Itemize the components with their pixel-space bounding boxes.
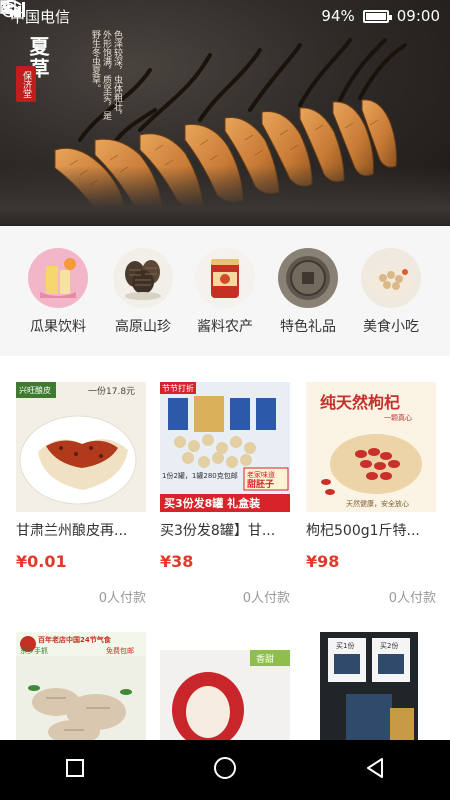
product-image-sub2: 免费包邮 [106,646,134,655]
product-image-banner: 买3份发8罐 礼盒装 [164,496,260,510]
product-image-headline: 纯天然枸杞 [320,393,400,412]
recent-apps-button[interactable] [45,750,105,790]
product-image-right: 买2份 [380,641,398,650]
product-image-brand: 兴旺酿皮 [19,385,51,395]
clock: 09:00 [396,7,440,25]
category-specialty-gifts[interactable]: 特色礼品 [263,248,353,336]
product-image-top-text: 节节打折 [162,383,194,393]
logo-tagline: 色泽较深，虫体粗壮，外形饱满，质坚实，是野生冬虫夏草。 [90,30,122,120]
category-label: 高原山珍 [115,319,171,335]
hero-banner[interactable]: 夏草 保济堂 色泽较深，虫体粗壮，外形饱满，质坚实，是野生冬虫夏草。 中国电信 … [0,0,450,226]
product-card[interactable]: 纯天然枸杞 一颗真心 天然健康，安全放心 枸杞500g1斤特... ¥98 0人… [306,382,436,606]
product-image-badge: 香甜 [256,653,274,665]
category-label: 酱料农产 [197,319,253,335]
product-sold-count: 0人付款 [242,591,290,606]
product-image-sub: 东乡手抓 [20,646,48,655]
product-sold-count: 0人付款 [98,591,146,606]
status-bar: 中国电信 3G 94% 09:00 [0,0,450,32]
mushroom-icon [113,248,173,308]
product-image: 纯天然枸杞 一颗真心 天然健康，安全放心 [306,382,436,512]
home-icon [213,756,237,784]
product-card[interactable]: 兴旺酿皮 一份17.8元 甘肃兰州酿皮再... ¥0.01 0人付款 [16,382,146,606]
battery-percent: 94% [321,7,355,25]
back-icon [364,757,386,783]
system-navigation-bar [0,740,450,800]
product-image-foot: 天然健康，安全放心 [346,499,409,508]
product-price: ¥0.01 [16,552,67,571]
battery-icon [362,9,392,23]
category-row: 瓜果饮料 高原山珍 酱料农产 特色礼品 美食小吃 [0,226,450,356]
category-label: 瓜果饮料 [30,319,86,335]
product-image: 兴旺酿皮 一份17.8元 [16,382,146,512]
product-title: 买3份发8罐】甘... [160,523,276,539]
category-fruit-drinks[interactable]: 瓜果饮料 [13,248,103,336]
product-image-left: 买1份 [336,641,354,650]
category-snacks[interactable]: 美食小吃 [346,248,436,336]
home-button[interactable] [195,750,255,790]
gift-coin-icon [278,248,338,308]
category-plateau-delicacies[interactable]: 高原山珍 [98,248,188,336]
back-button[interactable] [345,750,405,790]
product-card[interactable]: 节节打折 1份2罐，1罐280克包邮 老家味道 甜胚子 买3份发8罐 礼盒装 买… [160,382,290,606]
product-price: ¥38 [160,552,194,571]
product-grid: 兴旺酿皮 一份17.8元 甘肃兰州酿皮再... ¥0.01 0人付款 节节打折 … [0,356,450,780]
recent-apps-icon [65,758,85,782]
product-image-badge: 一份17.8元 [88,385,135,397]
product-price: ¥98 [306,552,340,571]
category-sauces-produce[interactable]: 酱料农产 [180,248,270,336]
banner-table-surface [0,166,450,226]
svg-text:3G: 3G [0,1,10,9]
product-image-name2: 甜胚子 [247,478,274,490]
logo-stamp: 保济堂 [16,66,36,102]
product-title: 枸杞500g1斤特... [306,523,420,539]
product-image-name: 老家味道 [247,470,275,479]
product-image-promo-line: 1份2罐，1罐280克包邮 [162,471,238,480]
sauce-jar-icon [195,248,255,308]
brand-logo: 夏草 保济堂 色泽较深，虫体粗壮，外形饱满，质坚实，是野生冬虫夏草。 [14,28,134,128]
product-title: 甘肃兰州酿皮再... [16,523,128,539]
product-image-sub: 一颗真心 [384,413,412,422]
category-label: 特色礼品 [280,319,336,335]
fruit-drink-icon [28,248,88,308]
product-image: 节节打折 1份2罐，1罐280克包邮 老家味道 甜胚子 买3份发8罐 礼盒装 [160,382,290,512]
product-image-headline: 百年老店中国24节气食 [38,635,112,644]
category-label: 美食小吃 [363,319,419,335]
snack-icon [361,248,421,308]
product-sold-count: 0人付款 [388,591,436,606]
